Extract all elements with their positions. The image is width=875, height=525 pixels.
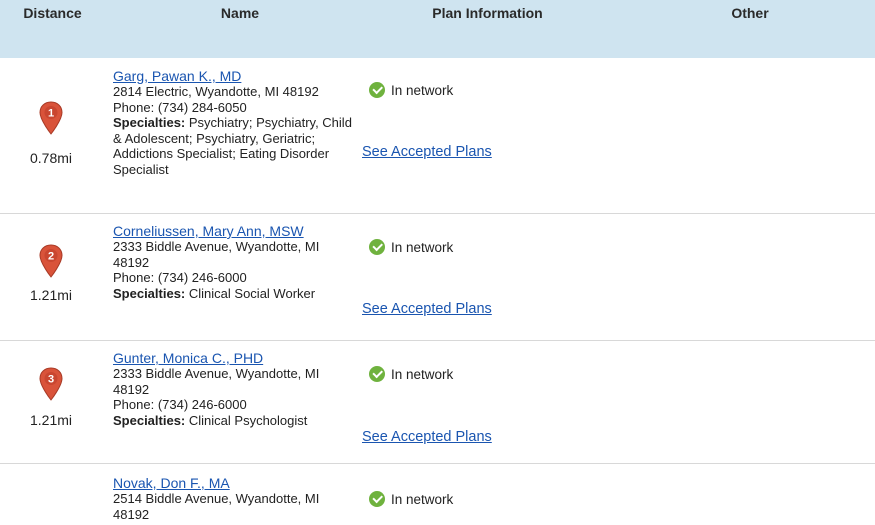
- provider-name-link[interactable]: Corneliussen, Mary Ann, MSW: [113, 224, 358, 239]
- distance-value: 1.21mi: [29, 412, 73, 428]
- provider-specialties: Specialties: Psychiatry; Psychiatry, Chi…: [113, 115, 358, 177]
- header-plan-information: Plan Information: [432, 5, 543, 21]
- provider-address: 2814 Electric, Wyandotte, MI 48192: [113, 84, 319, 99]
- provider-results-page: Distance Name Plan Information Other 1 0…: [0, 0, 875, 525]
- provider-specialties: Specialties: Clinical Social Worker: [113, 286, 358, 302]
- provider-name-link[interactable]: Garg, Pawan K., MD: [113, 69, 358, 84]
- provider-address-zip: 48192: [113, 506, 150, 522]
- network-status: In network: [369, 366, 453, 382]
- check-circle-icon: [369, 366, 385, 382]
- provider-phone: Phone: (734) 246-6000: [113, 270, 247, 285]
- check-circle-icon: [369, 491, 385, 507]
- provider-name-link[interactable]: Gunter, Monica C., PHD: [113, 351, 358, 366]
- map-pin-icon[interactable]: 3: [39, 367, 63, 401]
- provider-address: 2333 Biddle Avenue, Wyandotte, MI: [113, 366, 320, 381]
- network-status: In network: [369, 491, 453, 507]
- specialties-value: Clinical Social Worker: [188, 285, 316, 301]
- provider-details: Garg, Pawan K., MD 2814 Electric, Wyando…: [113, 69, 358, 177]
- specialties-value: Clinical Psychologist: [188, 412, 308, 428]
- check-circle-icon: [369, 239, 385, 255]
- network-status-label: In network: [391, 367, 454, 382]
- network-status-label: In network: [391, 240, 454, 255]
- see-accepted-plans-link[interactable]: See Accepted Plans: [362, 429, 492, 445]
- specialties-label: Specialties:: [113, 115, 186, 130]
- network-status-label: In network: [391, 492, 454, 507]
- marker-number: 2: [48, 251, 54, 263]
- marker-number: 1: [48, 108, 54, 120]
- network-status-label: In network: [391, 83, 454, 98]
- table-row: Novak, Don F., MA 2514 Biddle Avenue, Wy…: [0, 464, 875, 525]
- network-status: In network: [369, 82, 453, 98]
- provider-specialties: Specialties: Clinical Psychologist: [113, 413, 358, 429]
- provider-address: 2514 Biddle Avenue, Wyandotte, MI: [113, 491, 320, 506]
- header-name[interactable]: Name: [165, 5, 315, 21]
- results-table-header: Distance Name Plan Information Other: [0, 0, 875, 58]
- specialties-label: Specialties:: [113, 285, 186, 301]
- provider-details: Gunter, Monica C., PHD 2333 Biddle Avenu…: [113, 351, 358, 428]
- table-row: 2 1.21mi Corneliussen, Mary Ann, MSW 233…: [0, 214, 875, 341]
- marker-number: 3: [48, 374, 54, 386]
- check-circle-icon: [369, 82, 385, 98]
- provider-name-link[interactable]: Novak, Don F., MA: [113, 476, 358, 491]
- see-accepted-plans-link[interactable]: See Accepted Plans: [362, 301, 492, 317]
- header-distance[interactable]: Distance: [0, 5, 105, 21]
- header-other: Other: [731, 5, 769, 21]
- table-row: 1 0.78mi Garg, Pawan K., MD 2814 Electri…: [0, 58, 875, 214]
- provider-details: Corneliussen, Mary Ann, MSW 2333 Biddle …: [113, 224, 358, 301]
- table-row: 3 1.21mi Gunter, Monica C., PHD 2333 Bid…: [0, 341, 875, 464]
- provider-details: Novak, Don F., MA 2514 Biddle Avenue, Wy…: [113, 476, 358, 522]
- provider-address-zip: 48192: [113, 381, 150, 397]
- provider-address: 2333 Biddle Avenue, Wyandotte, MI: [113, 239, 320, 254]
- network-status: In network: [369, 239, 453, 255]
- provider-address-zip: 48192: [113, 254, 150, 270]
- distance-value: 1.21mi: [29, 287, 73, 303]
- distance-value: 0.78mi: [29, 150, 73, 166]
- map-pin-icon[interactable]: 1: [39, 101, 63, 135]
- map-pin-icon[interactable]: 2: [39, 244, 63, 278]
- see-accepted-plans-link[interactable]: See Accepted Plans: [362, 144, 492, 160]
- provider-phone: Phone: (734) 246-6000: [113, 397, 247, 412]
- provider-phone: Phone: (734) 284-6050: [113, 99, 247, 115]
- specialties-label: Specialties:: [113, 412, 186, 428]
